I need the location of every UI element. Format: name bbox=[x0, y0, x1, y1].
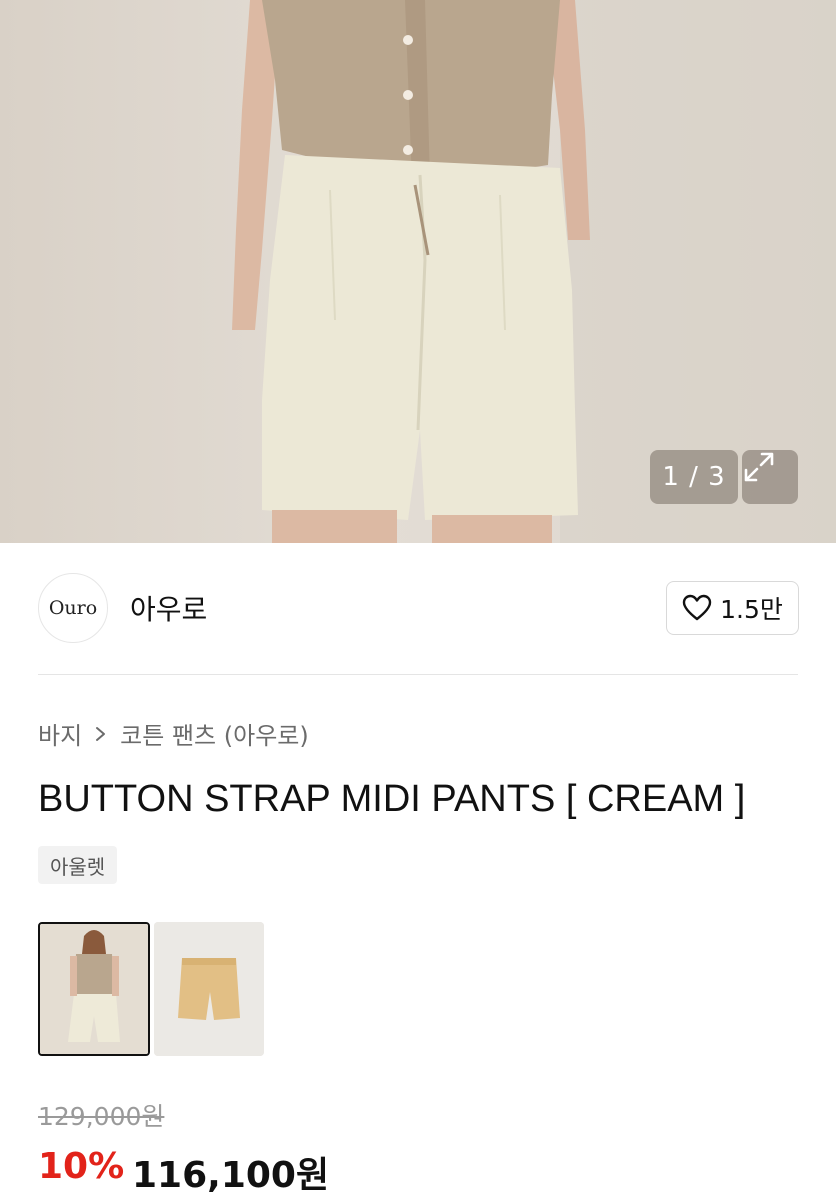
thumbnail-model-image bbox=[40, 924, 148, 1054]
divider bbox=[38, 674, 798, 675]
store-name[interactable]: 아우로 bbox=[130, 588, 207, 628]
original-price: 129,000원 bbox=[38, 1102, 165, 1131]
outlet-tag: 아울렛 bbox=[38, 846, 118, 884]
expand-button[interactable] bbox=[742, 450, 798, 504]
like-button[interactable]: 1.5만 bbox=[666, 581, 799, 635]
breadcrumb-category[interactable]: 바지 bbox=[38, 716, 82, 751]
final-price: 116,100원 bbox=[132, 1155, 330, 1196]
breadcrumb: 바지 코튼 팬츠 (아우로) bbox=[38, 716, 309, 751]
chevron-right-icon bbox=[96, 726, 106, 741]
expand-icon bbox=[744, 452, 774, 482]
discount-rate: 10% bbox=[38, 1146, 125, 1187]
product-image[interactable]: 1 / 3 bbox=[0, 0, 836, 543]
like-count: 1.5만 bbox=[720, 595, 783, 624]
breadcrumb-subcategory[interactable]: 코튼 팬츠 (아우로) bbox=[120, 716, 309, 751]
thumbnail-product[interactable] bbox=[154, 922, 264, 1056]
thumbnail-model[interactable] bbox=[38, 922, 150, 1056]
heart-icon bbox=[682, 594, 712, 621]
thumbnail-product-image bbox=[154, 922, 264, 1056]
image-counter: 1 / 3 bbox=[650, 450, 738, 504]
product-title: BUTTON STRAP MIDI PANTS [ CREAM ] bbox=[38, 778, 746, 820]
store-logo[interactable]: Ouro bbox=[38, 573, 108, 643]
